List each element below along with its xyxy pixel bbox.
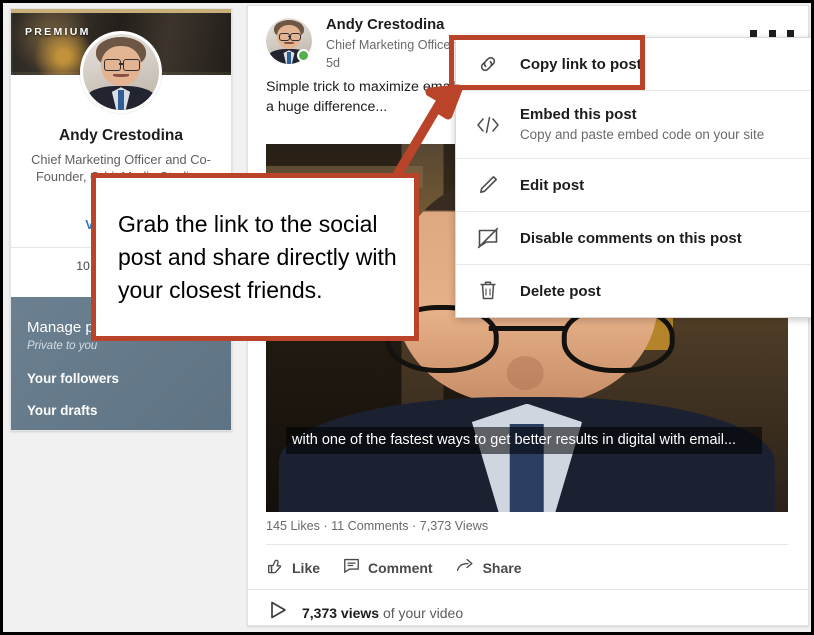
manage-posts-subtitle: Private to you: [27, 340, 98, 352]
menu-item-label: Edit post: [520, 176, 585, 194]
menu-item-embed-this-post[interactable]: Embed this post Copy and paste embed cod…: [456, 91, 811, 159]
play-triangle-icon: [266, 598, 290, 627]
video-views-bar[interactable]: 7,373 views of your video: [266, 598, 463, 627]
pencil-icon: [474, 173, 502, 197]
disable-comments-icon: [474, 226, 502, 250]
menu-item-delete-post[interactable]: Delete post: [456, 265, 811, 317]
video-views-count: 7,373 views: [302, 604, 380, 621]
premium-badge: PREMIUM: [25, 26, 91, 38]
post-action-bar: Like Comment Share: [266, 554, 522, 582]
menu-item-label: Copy link to post: [520, 55, 642, 73]
annotation-callout: Grab the link to the social post and sha…: [91, 173, 419, 341]
link-chain-icon: [474, 52, 502, 76]
profile-avatar[interactable]: [80, 31, 162, 113]
online-presence-indicator: [297, 49, 310, 62]
embed-code-icon: [474, 114, 502, 136]
menu-item-label: Disable comments on this post: [520, 229, 742, 247]
post-author-name[interactable]: Andy Crestodina: [326, 17, 444, 33]
annotation-text: Grab the link to the social post and sha…: [118, 210, 397, 303]
share-arrow-icon: [455, 556, 476, 580]
comment-button-label: Comment: [368, 560, 433, 576]
actions-divider: [266, 544, 788, 545]
screenshot-canvas: PREMIUM Andy Crestodina Chief Marketing …: [0, 0, 814, 635]
menu-item-label: Delete post: [520, 282, 601, 300]
post-options-menu: Copy link to post Embed this post Copy a…: [455, 37, 811, 318]
post-timestamp: 5d: [326, 56, 341, 70]
profile-name: Andy Crestodina: [58, 127, 183, 144]
menu-item-copy-link-to-post[interactable]: Copy link to post: [456, 38, 811, 91]
like-button[interactable]: Like: [266, 556, 320, 580]
avatar-photo: [83, 34, 159, 110]
like-button-label: Like: [292, 560, 321, 576]
thumbs-up-icon: [266, 556, 285, 580]
share-button-label: Share: [482, 560, 522, 576]
menu-item-edit-post[interactable]: Edit post: [456, 159, 811, 212]
trash-icon: [474, 279, 502, 303]
comment-button[interactable]: Comment: [342, 556, 433, 580]
menu-item-label: Embed this post: [520, 106, 637, 123]
menu-item-disable-comments[interactable]: Disable comments on this post: [456, 212, 811, 265]
views-divider: [248, 589, 808, 590]
video-views-suffix: of your video: [379, 604, 464, 621]
video-views-text: 7,373 views of your video: [302, 605, 463, 621]
sidebar-item-your-followers[interactable]: Your followers: [27, 371, 119, 386]
video-caption-overlay: with one of the fastest ways to get bett…: [286, 427, 762, 454]
comment-bubble-icon: [342, 556, 361, 580]
share-button[interactable]: Share: [455, 556, 522, 580]
menu-item-description: Copy and paste embed code on your site: [520, 127, 765, 142]
sidebar-item-your-drafts[interactable]: Your drafts: [27, 403, 97, 418]
post-engagement-stats: 145 Likes · 11 Comments · 7,373 Views: [266, 519, 489, 533]
